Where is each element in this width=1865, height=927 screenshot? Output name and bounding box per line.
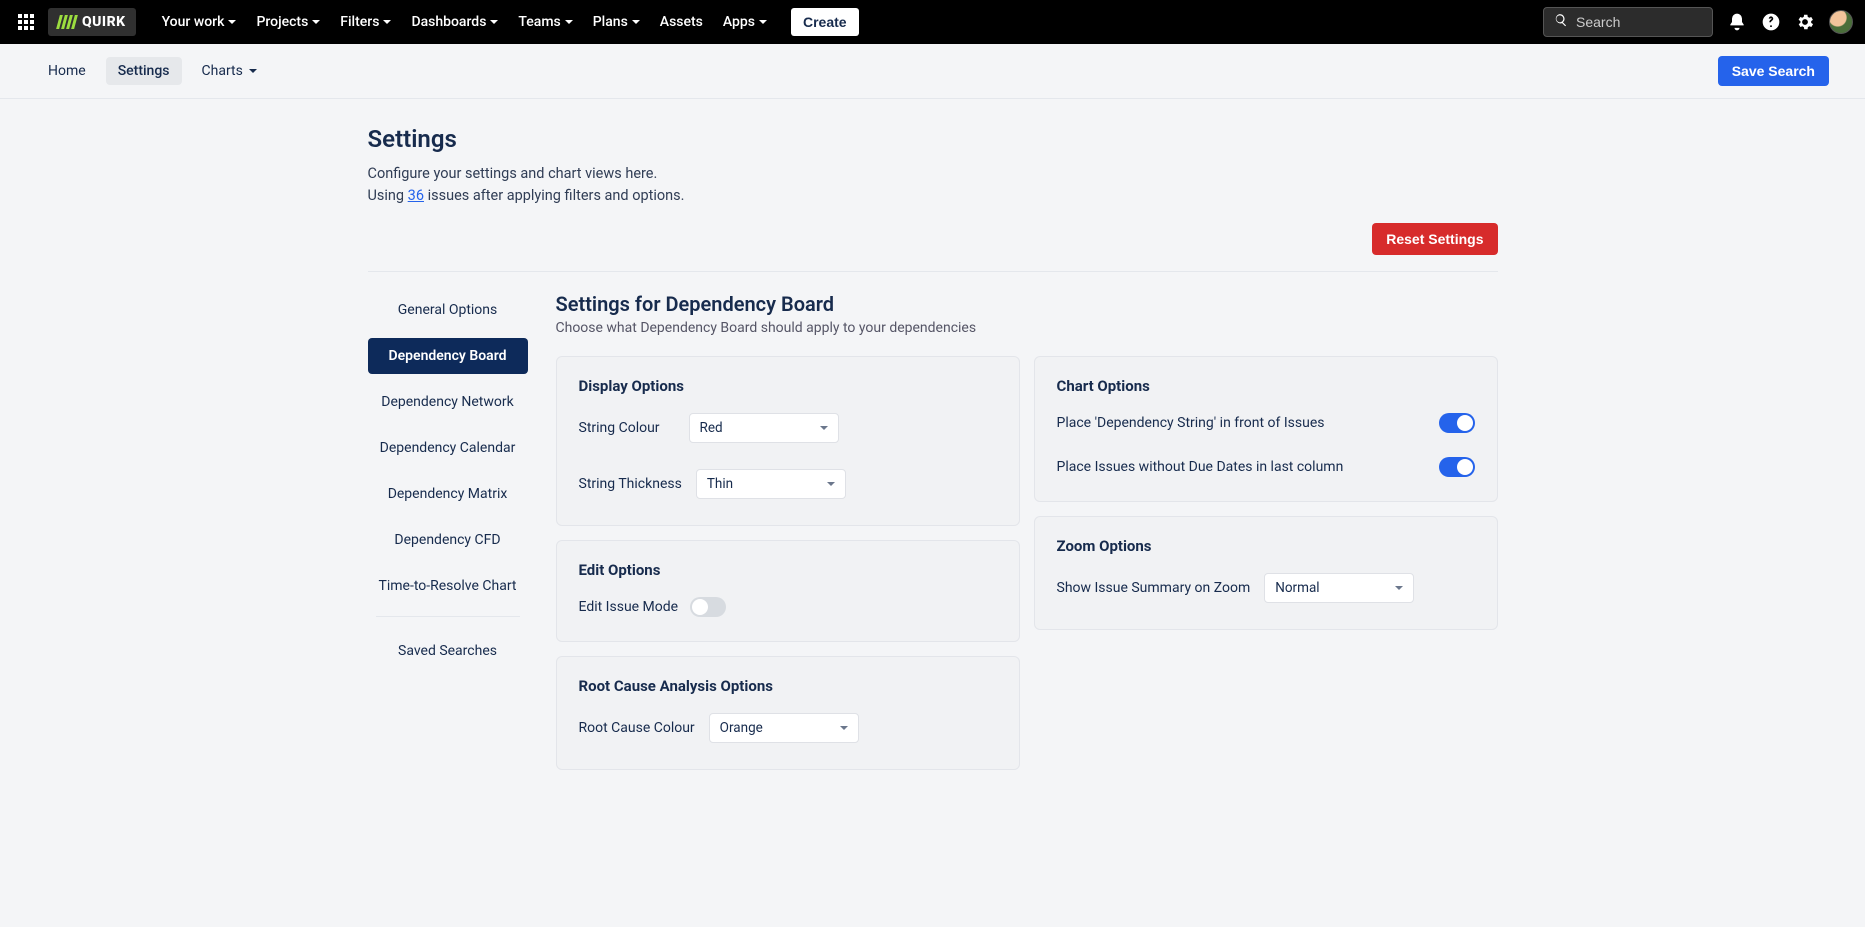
panel-title: Settings for Dependency Board [556,292,1498,316]
switch-edit-mode[interactable] [690,597,726,617]
label-chart-opt2: Place Issues without Due Dates in last c… [1057,459,1427,475]
left-column: Display Options String Colour Red String… [556,356,1020,770]
chevron-down-icon [490,20,498,24]
label-edit-mode: Edit Issue Mode [579,599,679,615]
panel: Settings for Dependency Board Choose wha… [556,292,1498,770]
reset-settings-button[interactable]: Reset Settings [1372,223,1497,255]
right-column: Chart Options Place 'Dependency String' … [1034,356,1498,630]
card-title-chart: Chart Options [1057,377,1475,395]
page-title: Settings [368,125,1498,153]
select-string-thickness[interactable]: Thin [696,469,846,499]
chevron-down-icon [312,20,320,24]
subtab-home[interactable]: Home [36,57,98,85]
card-edit-options: Edit Options Edit Issue Mode [556,540,1020,642]
side-item-dependency-calendar[interactable]: Dependency Calendar [368,430,528,466]
switch-chart-opt1[interactable] [1439,413,1475,433]
subtab-charts[interactable]: Charts [190,57,269,85]
select-zoom-summary[interactable]: Normal [1264,573,1414,603]
card-root-cause-options: Root Cause Analysis Options Root Cause C… [556,656,1020,770]
subnav-tabs: Home Settings Charts [36,57,269,85]
brand-name: QUIRK [82,14,126,30]
card-display-options: Display Options String Colour Red String… [556,356,1020,526]
panel-subtitle: Choose what Dependency Board should appl… [556,320,1498,336]
app-switcher-icon[interactable] [12,8,40,36]
topnav: Your workProjectsFiltersDashboardsTeamsP… [154,8,775,36]
create-button[interactable]: Create [791,8,859,36]
subtab-settings[interactable]: Settings [106,57,182,85]
reset-row: Reset Settings [368,223,1498,272]
nav-item-assets[interactable]: Assets [652,8,711,36]
side-item-dependency-network[interactable]: Dependency Network [368,384,528,420]
label-zoom-summary: Show Issue Summary on Zoom [1057,580,1251,596]
intro: Settings Configure your settings and cha… [368,125,1498,207]
user-avatar[interactable] [1829,10,1853,34]
card-grid: Display Options String Colour Red String… [556,356,1498,770]
intro-line1: Configure your settings and chart views … [368,163,1498,185]
help-icon[interactable] [1761,12,1781,32]
nav-item-apps[interactable]: Apps [715,8,775,36]
select-root-colour[interactable]: Orange [709,713,859,743]
chevron-down-icon [759,20,767,24]
card-chart-options: Chart Options Place 'Dependency String' … [1034,356,1498,502]
label-chart-opt1: Place 'Dependency String' in front of Is… [1057,415,1427,431]
save-search-button[interactable]: Save Search [1718,56,1829,86]
settings-body: General Options Dependency Board Dependenc… [368,292,1498,770]
nav-item-filters[interactable]: Filters [332,8,399,36]
nav-item-dashboards[interactable]: Dashboards [403,8,506,36]
label-root-colour: Root Cause Colour [579,720,695,736]
search-input[interactable] [1576,14,1702,30]
side-item-dependency-cfd[interactable]: Dependency CFD [368,522,528,558]
issues-count-link[interactable]: 36 [408,187,424,204]
side-item-time-to-resolve-chart[interactable]: Time-to-Resolve Chart [368,568,528,604]
chevron-down-icon [249,69,257,73]
chevron-down-icon [820,426,828,430]
side-item-saved-searches[interactable]: Saved Searches [368,633,528,669]
topbar: QUIRK Your workProjectsFiltersDashboards… [0,0,1865,44]
label-string-colour: String Colour [579,420,675,436]
settings-icon[interactable] [1795,12,1815,32]
card-title-zoom: Zoom Options [1057,537,1475,555]
card-title-edit: Edit Options [579,561,997,579]
search-field[interactable] [1543,7,1713,37]
search-icon [1554,13,1568,31]
side-item-dependency-matrix[interactable]: Dependency Matrix [368,476,528,512]
label-string-thickness: String Thickness [579,476,682,492]
topbar-right [1543,7,1853,37]
chevron-down-icon [840,726,848,730]
chevron-down-icon [565,20,573,24]
subnav: Home Settings Charts Save Search [0,44,1865,98]
side-item-general-options[interactable]: General Options [368,292,528,328]
nav-item-teams[interactable]: Teams [510,8,580,36]
select-string-colour[interactable]: Red [689,413,839,443]
nav-item-projects[interactable]: Projects [248,8,328,36]
side-nav: General Options Dependency Board Dependenc… [368,292,528,770]
nav-item-plans[interactable]: Plans [585,8,648,36]
chevron-down-icon [228,20,236,24]
brand-logo[interactable]: QUIRK [48,8,136,36]
switch-chart-opt2[interactable] [1439,457,1475,477]
side-divider [376,616,520,617]
notifications-icon[interactable] [1727,12,1747,32]
intro-line2: Using 36 issues after applying filters a… [368,185,1498,207]
card-zoom-options: Zoom Options Show Issue Summary on Zoom … [1034,516,1498,630]
chevron-down-icon [632,20,640,24]
chevron-down-icon [1395,586,1403,590]
content: Settings Configure your settings and cha… [368,99,1498,810]
card-title-root: Root Cause Analysis Options [579,677,997,695]
card-title-display: Display Options [579,377,997,395]
chevron-down-icon [827,482,835,486]
subnav-container: Home Settings Charts Save Search [0,44,1865,99]
side-item-dependency-board[interactable]: Dependency Board [368,338,528,374]
nav-item-your-work[interactable]: Your work [154,8,245,36]
brand-bars-icon [56,15,78,29]
chevron-down-icon [383,20,391,24]
